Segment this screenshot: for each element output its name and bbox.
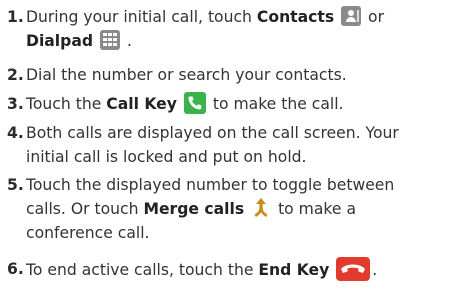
step-text-run: calls. Or touch: [26, 200, 144, 218]
end-key-label: End Key: [258, 261, 330, 279]
step-text: Touch the displayed number to toggle bet…: [7, 173, 450, 245]
step-text-line: Touch the displayed number to toggle bet…: [26, 176, 395, 194]
step-text-line: conference call.: [26, 224, 150, 242]
step-number: 5.: [7, 176, 24, 194]
dialpad-icon: [99, 30, 120, 50]
step-4: 4. Both calls are displayed on the call …: [7, 121, 450, 169]
step-3: 3. Touch the Call Key to make the call.: [7, 92, 450, 116]
merge-calls-icon: [251, 197, 271, 219]
step-6: 6. To end active calls, touch the End Ke…: [7, 257, 450, 282]
step-text-run: or: [363, 8, 385, 26]
step-text: During your initial call, touch Contacts…: [7, 5, 450, 53]
contacts-label: Contacts: [256, 8, 335, 26]
end-key-icon: [336, 257, 371, 281]
step-text: Dial the number or search your contacts.: [26, 66, 347, 84]
dialpad-label: Dialpad: [26, 32, 94, 50]
step-text-run: During your initial call, touch: [26, 8, 257, 26]
step-text: Both calls are displayed on the call scr…: [7, 121, 450, 169]
call-key-label: Call Key: [106, 95, 177, 113]
step-text: Touch the Call Key to make the call.: [7, 92, 450, 116]
call-key-icon: [183, 92, 206, 114]
step-text-run: .: [121, 32, 132, 50]
merge-calls-label: Merge calls: [143, 200, 245, 218]
step-text-run: to make a: [273, 200, 357, 218]
step-2: 2. Dial the number or search your contac…: [7, 63, 450, 87]
step-text-run: .: [372, 261, 378, 279]
step-number: 2.: [7, 66, 24, 84]
step-text-run: to make the call.: [207, 95, 344, 113]
step-text-run: Touch the: [26, 95, 107, 113]
step-number: 6.: [7, 260, 24, 278]
step-text-run: To end active calls, touch the: [26, 261, 259, 279]
step-text-line: Both calls are displayed on the call scr…: [26, 124, 399, 142]
step-1: 1. During your initial call, touch Conta…: [7, 5, 450, 53]
step-number: 3.: [7, 95, 24, 113]
step-text: To end active calls, touch the End Key .: [7, 257, 450, 282]
step-number: 1.: [7, 8, 24, 26]
step-number: 4.: [7, 124, 24, 142]
step-5: 5. Touch the displayed number to toggle …: [7, 173, 450, 245]
step-text-line: initial call is locked and put on hold.: [26, 148, 307, 166]
instruction-steps: 1. During your initial call, touch Conta…: [0, 0, 454, 291]
contacts-icon: [341, 6, 362, 26]
